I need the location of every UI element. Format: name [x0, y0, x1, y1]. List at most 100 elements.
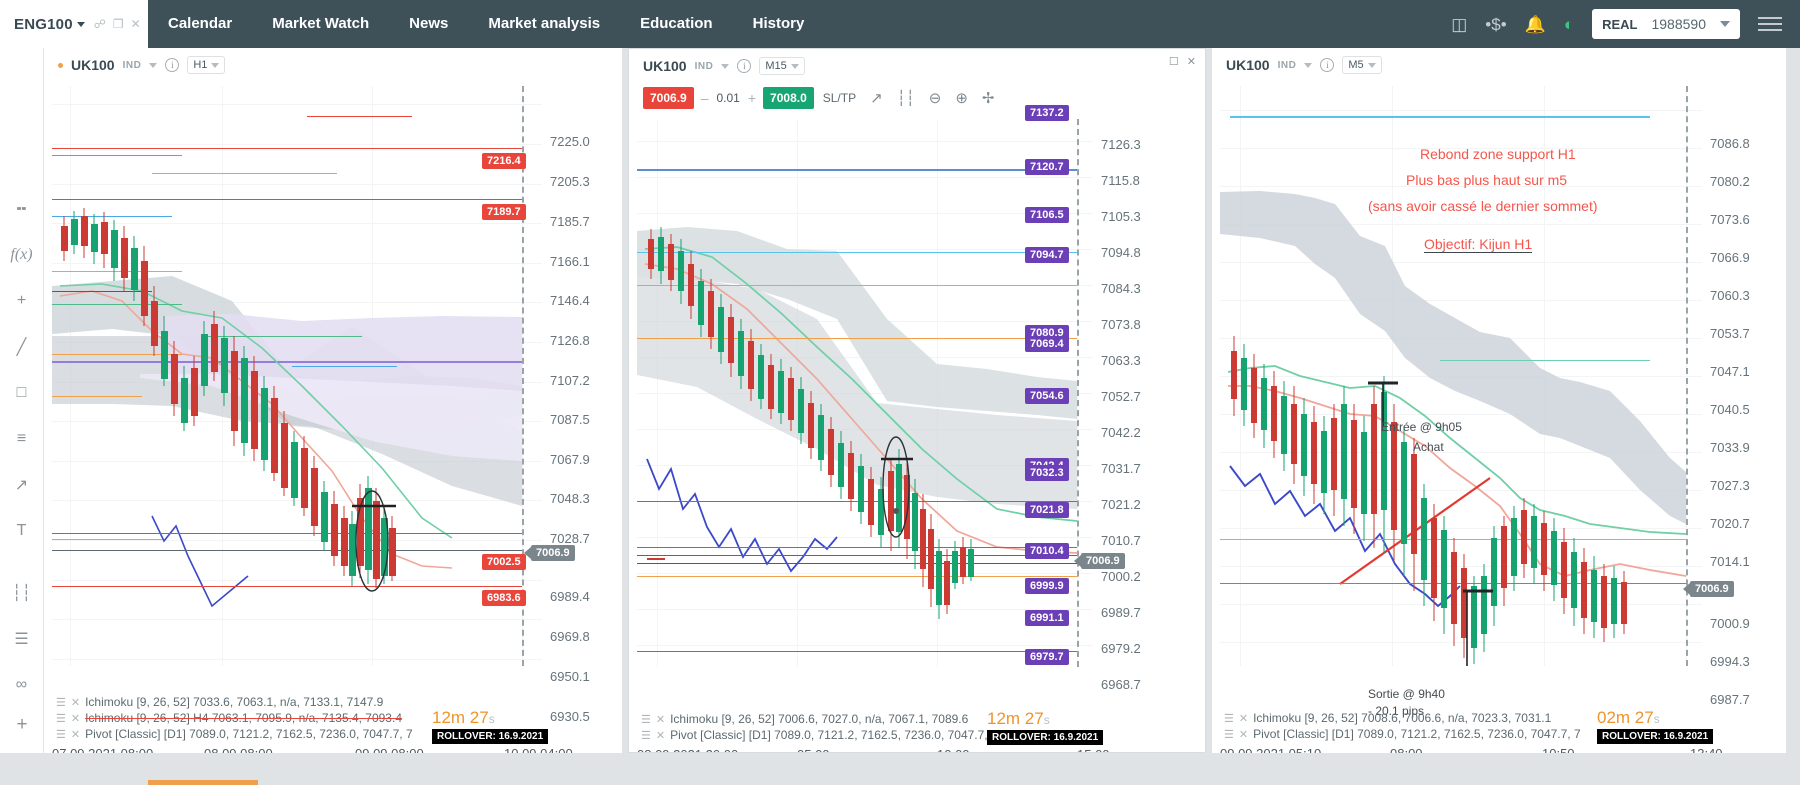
close-icon[interactable]: ✕ [71, 728, 80, 741]
nav-item-education[interactable]: Education [620, 0, 733, 48]
zoom-in-icon[interactable]: ⊕ [955, 89, 968, 107]
price-label[interactable]: 7002.5 [482, 554, 526, 570]
popout-icon[interactable]: ☍ [94, 18, 106, 30]
sltp-button[interactable]: SL/TP [823, 91, 856, 105]
chart-2-plot[interactable] [637, 119, 1092, 667]
price-label[interactable]: 7054.6 [1025, 388, 1069, 404]
close-icon[interactable]: ✕ [1239, 728, 1248, 741]
bars-icon[interactable]: ╍ [9, 196, 35, 222]
chart-3-kind: IND [1277, 59, 1297, 71]
close-icon[interactable]: ✕ [131, 18, 141, 30]
close-icon[interactable]: ✕ [71, 712, 80, 725]
chevron-down-icon[interactable] [211, 62, 220, 68]
text-icon[interactable]: T [9, 518, 35, 544]
layout-icon[interactable]: ◫ [1451, 16, 1467, 33]
indicator-icon[interactable]: ┆┆ [9, 580, 35, 606]
restore-icon[interactable]: ❐ [113, 18, 124, 30]
nav-item-market-watch[interactable]: Market Watch [252, 0, 389, 48]
chevron-down-icon[interactable] [1720, 21, 1730, 27]
chart-2-legend-row[interactable]: ☰ ✕ Pivot [Classic] [D1] 7089.0, 7121.2,… [641, 728, 998, 742]
chart-1-timeframe[interactable]: H1 [187, 56, 226, 74]
crosshair-plus-icon[interactable]: + [9, 288, 35, 314]
info-icon[interactable]: i [165, 58, 180, 72]
price-label[interactable]: 6991.1 [1025, 610, 1069, 626]
fib-icon[interactable]: ≡ [9, 426, 35, 452]
account-selector[interactable]: REAL 1988590 [1592, 9, 1740, 39]
price-label[interactable]: 7010.4 [1025, 543, 1069, 559]
symbol-tab[interactable]: ENG100 ☍ ❐ ✕ [0, 0, 148, 48]
rectangle-icon[interactable]: □ [9, 380, 35, 406]
candles-icon[interactable]: ┆┆ [897, 89, 915, 107]
indicator-settings-icon[interactable]: ☰ [56, 712, 66, 725]
price-label[interactable]: 6979.7 [1025, 649, 1069, 665]
indicator-settings-icon[interactable]: ☰ [1224, 712, 1234, 725]
indicator-settings-icon[interactable]: ☰ [56, 696, 66, 709]
chart-1-legend-row[interactable]: ☰ ✕ Pivot [Classic] [D1] 7089.0, 7121.2,… [56, 727, 413, 741]
chart-1-price-axis[interactable]: 7225.0 7205.3 7185.7 7166.1 7146.4 7126.… [544, 48, 622, 753]
nav-item-calendar[interactable]: Calendar [148, 0, 252, 48]
chevron-down-icon[interactable] [1367, 62, 1376, 68]
chart-3-legend-row[interactable]: ☰ ✕ Pivot [Classic] [D1] 7089.0, 7121.2,… [1224, 727, 1581, 741]
info-icon[interactable]: i [1320, 58, 1335, 72]
close-icon[interactable]: ✕ [656, 713, 665, 726]
chart-3-price-axis[interactable]: 7086.8 7080.2 7073.6 7066.9 7060.3 7053.… [1704, 48, 1784, 753]
chevron-down-icon[interactable] [149, 62, 158, 68]
price-label[interactable]: 7106.5 [1025, 207, 1069, 223]
price-label[interactable]: 7120.7 [1025, 159, 1069, 175]
ask-button[interactable]: 7008.0 [763, 87, 814, 109]
function-icon[interactable]: f(x) [9, 242, 35, 268]
chart-2-price-axis[interactable]: 7126.3 7115.8 7105.3 7094.8 7084.3 7073.… [1095, 49, 1175, 752]
volume-decrement-button[interactable]: – [701, 90, 709, 106]
close-icon[interactable]: ✕ [1239, 712, 1248, 725]
layers-icon[interactable]: ☰ [9, 626, 35, 652]
nav-item-market-analysis[interactable]: Market analysis [468, 0, 620, 48]
chart-3-timeframe[interactable]: M5 [1342, 56, 1382, 74]
indicator-settings-icon[interactable]: ☰ [641, 729, 651, 742]
chart-3-legend-row[interactable]: ☰ ✕ Ichimoku [9, 26, 52] 7008.6, 7006.6,… [1224, 711, 1551, 725]
wifi-icon[interactable]: ◐ [1564, 16, 1574, 33]
chevron-down-icon[interactable] [76, 21, 85, 27]
pencil-icon[interactable]: ╱ [9, 334, 35, 360]
indicator-settings-icon[interactable]: ☰ [1224, 728, 1234, 741]
chart-1-legend-row[interactable]: ☰ ✕ Ichimoku [9, 26, 52] H4 7063.1, 7095… [56, 711, 402, 725]
price-label[interactable]: 7094.7 [1025, 247, 1069, 263]
chevron-down-icon[interactable] [1304, 62, 1313, 68]
volume-increment-button[interactable]: + [748, 90, 756, 106]
add-icon[interactable]: + [10, 713, 34, 737]
line-chart-icon[interactable]: ↗ [870, 89, 883, 107]
chart-2-legend-row[interactable]: ☰ ✕ Ichimoku [9, 26, 52] 7006.6, 7027.0,… [641, 712, 968, 726]
indicator-settings-icon[interactable]: ☰ [56, 728, 66, 741]
close-icon[interactable]: ✕ [1187, 55, 1196, 68]
bid-button[interactable]: 7006.9 [643, 87, 694, 109]
zoom-out-icon[interactable]: ⊖ [929, 89, 942, 107]
bell-icon[interactable]: 🔔 [1525, 16, 1546, 33]
price-label[interactable]: 7032.3 [1025, 465, 1069, 481]
price-label[interactable]: 6999.9 [1025, 578, 1069, 594]
price-label[interactable]: 6983.6 [482, 590, 526, 606]
indicator-settings-icon[interactable]: ☰ [641, 713, 651, 726]
move-icon[interactable]: ✢ [982, 89, 995, 107]
share-icon[interactable]: ∞ [9, 672, 35, 698]
chevron-down-icon[interactable] [721, 63, 730, 69]
chart-1-legend-row[interactable]: ☰ ✕ Ichimoku [9, 26, 52] 7033.6, 7063.1,… [56, 695, 383, 709]
close-icon[interactable]: ✕ [71, 696, 80, 709]
nav-item-history[interactable]: History [733, 0, 825, 48]
price-label[interactable]: 7137.2 [1025, 105, 1069, 121]
y-tick: 6994.3 [1710, 654, 1750, 669]
close-icon[interactable]: ✕ [656, 729, 665, 742]
price-label[interactable]: 7021.8 [1025, 502, 1069, 518]
volume-value[interactable]: 0.01 [717, 91, 740, 105]
annotation-sommet: (sans avoir cassé le dernier sommet) [1368, 198, 1598, 214]
price-label[interactable]: 7189.7 [482, 204, 526, 220]
nav-item-news[interactable]: News [389, 0, 468, 48]
chart-2-timeframe[interactable]: M15 [759, 57, 805, 75]
info-icon[interactable]: i [737, 59, 752, 73]
chevron-down-icon[interactable] [790, 63, 799, 69]
currency-icon[interactable]: •$• [1485, 16, 1506, 33]
menu-icon[interactable] [1758, 17, 1782, 31]
chart-1-plot[interactable] [52, 86, 542, 666]
taskbar-active-indicator[interactable] [148, 780, 258, 785]
price-label[interactable]: 7069.4 [1025, 336, 1069, 352]
measure-icon[interactable]: ↗ [9, 472, 35, 498]
price-label[interactable]: 7216.4 [482, 153, 526, 169]
